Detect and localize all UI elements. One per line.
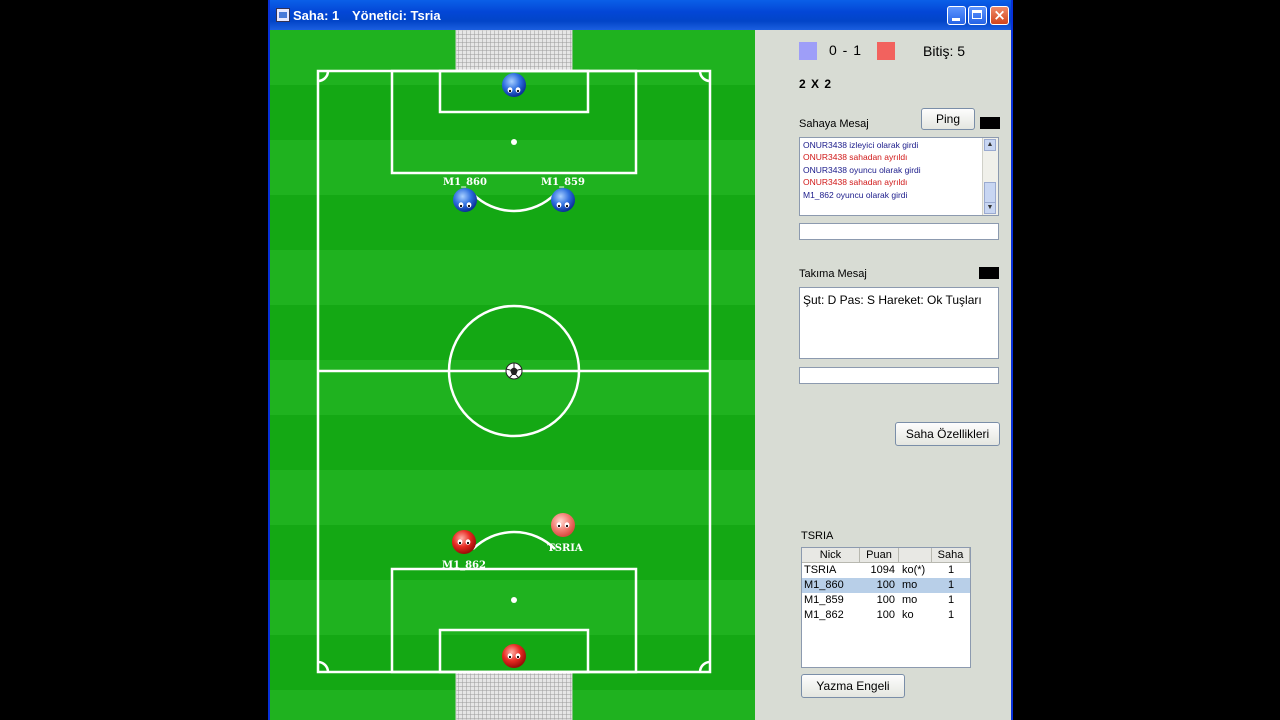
scroll-up-icon[interactable]: ▲ <box>984 139 996 151</box>
top-goal-net <box>455 30 573 72</box>
players-table-title: TSRIA <box>801 530 834 542</box>
mute-button[interactable]: Yazma Engeli <box>801 674 905 698</box>
cell-puan: 100 <box>876 594 895 606</box>
soccer-ball-icon <box>505 362 523 380</box>
cell-saha: 1 <box>947 609 955 621</box>
java-app-icon <box>276 8 290 22</box>
maximize-button[interactable] <box>968 6 987 25</box>
cell-saha: 1 <box>947 594 955 606</box>
blue-player <box>453 188 477 212</box>
soccer-field[interactable]: M1_860 M1_859 TSRIA M1_862 <box>270 30 755 720</box>
title-bar[interactable]: Saha: 1 Yönetici: Tsria × <box>270 0 1011 30</box>
player-name-label: TSRIA <box>547 543 583 554</box>
team-chat-label: Takıma Mesaj <box>799 268 867 280</box>
red-player <box>452 530 476 554</box>
cell-saha: 1 <box>947 564 955 576</box>
field-chat-label: Sahaya Mesaj <box>799 118 869 130</box>
team-chat-color-swatch[interactable] <box>979 267 999 279</box>
red-player <box>502 644 526 668</box>
field-settings-button[interactable]: Saha Özellikleri <box>895 422 1000 446</box>
cell-puan: 1094 <box>870 564 895 576</box>
chat-message: ONUR3438 sahadan ayrıldı <box>803 152 908 163</box>
team-chat-input[interactable] <box>799 367 999 384</box>
cell-puan: 100 <box>876 609 895 621</box>
blue-player <box>502 73 526 97</box>
bottom-penalty-spot <box>511 597 517 603</box>
chat-message: ONUR3438 izleyici olarak girdi <box>803 140 919 150</box>
chat-scrollbar[interactable]: ▲ ▼ <box>982 138 998 215</box>
field-chat-log[interactable]: ONUR3438 izleyici olarak girdi ONUR3438 s… <box>799 137 999 216</box>
field-chat-color-swatch[interactable] <box>980 117 1000 129</box>
minimize-button[interactable] <box>947 6 966 25</box>
maximize-icon <box>972 10 982 19</box>
team-chat-log[interactable]: Şut: D Pas: S Hareket: Ok Tuşları <box>799 287 999 359</box>
game-window: Saha: 1 Yönetici: Tsria × M1_860 M1_859 … <box>268 0 1013 720</box>
column-header-puan[interactable]: Puan <box>860 548 899 563</box>
bottom-goal-net <box>455 671 573 720</box>
chat-message: M1_862 oyuncu olarak girdi <box>803 189 908 200</box>
player-name-label: M1_862 <box>442 560 486 571</box>
cell-status: ko(*) <box>902 564 926 576</box>
player-name-label: M1_859 <box>541 177 585 188</box>
table-row[interactable]: TSRIA 1094 ko(*) 1 <box>802 563 970 578</box>
cell-status: ko <box>902 609 914 621</box>
table-row[interactable]: M1_860 100 mo 1 <box>802 578 970 593</box>
players-table[interactable]: Nick Puan Saha TSRIA 1094 ko(*) 1 M1_860 100 m… <box>801 547 971 668</box>
cell-nick: M1_862 <box>804 609 844 621</box>
column-header-status[interactable] <box>899 548 932 563</box>
table-row[interactable]: M1_862 100 ko 1 <box>802 608 970 623</box>
game-mode-label: 2 X 2 <box>799 77 833 91</box>
blue-player <box>551 188 575 212</box>
window-title-admin: Yönetici: Tsria <box>352 8 441 23</box>
scroll-down-icon[interactable]: ▼ <box>984 202 996 214</box>
chat-message: ONUR3438 oyuncu olarak girdi <box>803 164 921 175</box>
field-chat-input[interactable] <box>799 223 999 240</box>
top-penalty-spot <box>511 139 517 145</box>
close-icon: × <box>993 6 1006 24</box>
minimize-icon <box>952 18 960 21</box>
cell-puan: 100 <box>876 579 895 591</box>
chat-message: ONUR3438 sahadan ayrıldı <box>803 177 908 188</box>
cell-saha: 1 <box>947 579 955 591</box>
table-row[interactable]: M1_859 100 mo 1 <box>802 593 970 608</box>
cell-status: mo <box>902 594 918 606</box>
window-title-room: Saha: 1 <box>293 8 340 23</box>
ping-button[interactable]: Ping <box>921 108 975 130</box>
score-text: 0 - 1 <box>829 42 863 58</box>
cell-status: mo <box>902 579 918 591</box>
player-name-label: M1_860 <box>443 177 487 188</box>
scroll-thumb[interactable] <box>984 182 996 204</box>
column-header-nick[interactable]: Nick <box>802 548 860 563</box>
cell-nick: M1_860 <box>804 579 844 591</box>
cell-nick: TSRIA <box>804 564 837 576</box>
blue-team-swatch <box>799 42 817 60</box>
side-panel: 0 - 1 Bitiş: 5 2 X 2 Sahaya Mesaj Ping O… <box>755 30 1011 720</box>
end-score-label: Bitiş: 5 <box>923 43 966 59</box>
close-button[interactable]: × <box>990 6 1009 25</box>
red-team-swatch <box>877 42 895 60</box>
column-header-saha[interactable]: Saha <box>932 548 970 563</box>
cell-nick: M1_859 <box>804 594 844 606</box>
red-player <box>551 513 575 537</box>
